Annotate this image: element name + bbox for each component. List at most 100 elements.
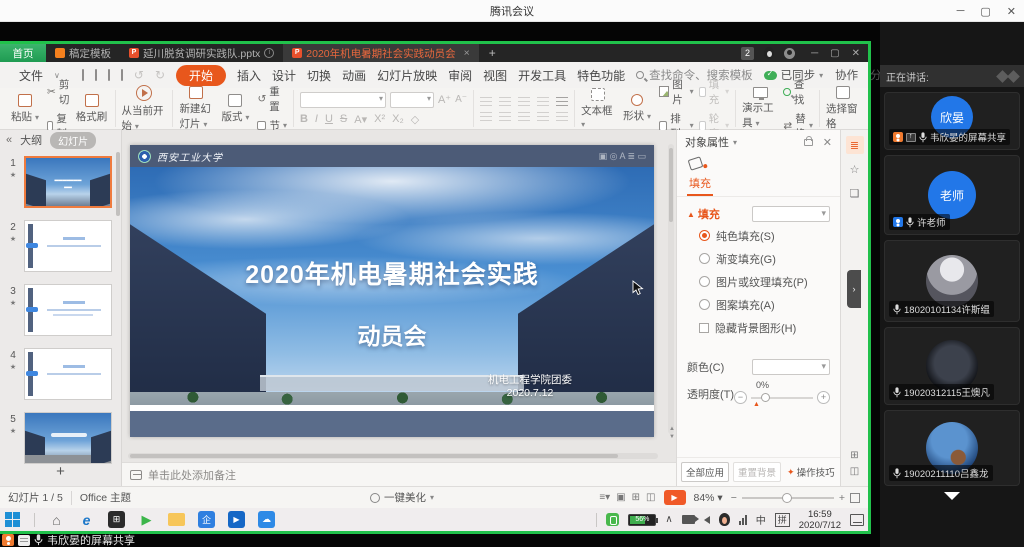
number-list-icon[interactable] [499,97,511,106]
participant-tile-5[interactable]: 19020211110吕鑫龙 [884,410,1020,486]
lock-icon[interactable] [804,139,813,146]
sorter-view-icon[interactable]: ⊞ [632,492,640,503]
align-right-icon[interactable] [518,112,530,121]
section-collapse-icon[interactable]: ▲ [687,210,695,219]
qq-tray-icon[interactable] [719,513,730,526]
fit-window-icon[interactable] [850,493,860,503]
notes-bar[interactable]: 单击此处添加备注 [122,462,676,486]
tab-home[interactable]: 首页 [0,44,46,62]
add-slide-button[interactable]: + [0,463,121,480]
shape-button[interactable]: 形状 ▾ [620,94,654,123]
subscript-button[interactable]: X₂ [392,113,404,125]
present-tools-button[interactable]: 演示工具 ▾ [742,87,778,130]
text-direction-icon[interactable] [556,112,568,121]
action-center-icon[interactable] [850,514,864,526]
qq-icon[interactable] [764,47,774,59]
font-family-select[interactable] [300,92,386,108]
start-button[interactable] [4,511,21,528]
menu-review[interactable]: 审阅 [448,67,472,84]
line-spacing-icon[interactable] [556,97,568,106]
option-hide-background[interactable]: 隐藏背景图形(H) [677,316,840,339]
slide-thumb-5[interactable]: 5★ [6,412,117,464]
option-pattern-fill[interactable]: 图案填充(A) [677,293,840,316]
battery-indicator[interactable]: 56% [628,514,656,526]
ime-cn[interactable]: 中 [756,512,766,527]
format-painter-button[interactable]: 格式刷 [75,94,109,124]
grid-view-icon[interactable]: ⊞ [841,448,868,464]
tab-doc1[interactable]: P 延川脱贫调研实践队.pptx i [120,44,283,62]
ime-pinyin[interactable]: 拼 [775,513,790,527]
italic-button[interactable]: I [315,113,318,125]
collapse-panel-icon[interactable]: « [6,134,12,146]
preview-icon[interactable] [121,69,123,81]
store-icon[interactable]: ⊞ [108,511,125,528]
menu-slideshow[interactable]: 幻灯片放映 [377,67,437,84]
minus-button[interactable]: − [734,391,747,404]
menu-features[interactable]: 特色功能 [577,67,625,84]
font-size-select[interactable] [390,92,434,108]
menu-insert[interactable]: 插入 [237,67,261,84]
textbox-button[interactable]: 文本框 ▾ [581,88,615,130]
vertical-scrollbar[interactable] [668,144,674,434]
user-avatar-icon[interactable] [784,48,795,59]
option-gradient-fill[interactable]: 渐变填充(G) [677,247,840,270]
indent-less-icon[interactable] [518,97,530,106]
outline-tab[interactable]: 大纲 [20,132,42,148]
slides-tab[interactable]: 幻灯片 [50,132,96,149]
read-view-icon[interactable]: ◫ [646,492,655,503]
tips-link[interactable]: ✦操作技巧 [787,465,835,479]
clock[interactable]: 16:592020/7/12 [799,509,841,531]
bullet-list-icon[interactable] [480,97,492,106]
apply-all-button[interactable]: 全部应用 [681,462,729,482]
picture-button[interactable]: 图片▾ [659,77,694,107]
slide-thumb-2[interactable]: 2★ [6,220,117,272]
collab-button[interactable]: 协作 [835,67,858,83]
reset-button[interactable]: ↺重置 [257,84,287,114]
find-button[interactable]: 查找 [783,77,813,107]
layers-icon[interactable]: ❏ [846,184,864,202]
undo-icon[interactable]: ↺ [134,68,144,82]
new-slide-button[interactable]: 新建幻灯片 ▾ [179,86,213,131]
superscript-button[interactable]: X² [374,113,385,125]
command-search[interactable]: 查找命令、搜索模板 [636,67,753,83]
reset-bg-button[interactable]: 重置背景 [733,462,781,482]
camera-tray-icon[interactable] [682,515,695,524]
menu-file[interactable]: 文件 [19,67,43,84]
plus-button[interactable]: + [817,391,830,404]
fill-button[interactable]: 填充▾ [699,77,730,107]
menu-view[interactable]: 视图 [483,67,507,84]
panel-scrollbar[interactable] [116,152,120,216]
zoom-handle[interactable] [782,493,792,503]
player-icon[interactable]: ▶ [138,511,155,528]
slider-handle[interactable] [761,393,770,402]
object-properties-icon[interactable]: ≣ [846,136,864,154]
tab-close-icon[interactable]: × [464,47,470,59]
menu-animation[interactable]: 动画 [342,67,366,84]
zoom-level[interactable]: 84% ▾ [694,492,723,504]
bold-button[interactable]: B [300,113,308,125]
horizontal-scrollbar[interactable] [128,453,658,459]
participant-tile-4[interactable]: 19020312115王燠凡 [884,327,1020,405]
tab-gaoding[interactable]: 稿定模板 [46,44,120,62]
zoom-in-icon[interactable]: + [839,492,845,504]
scroll-arrows[interactable]: ▲▼ [669,426,675,440]
menu-devtools[interactable]: 开发工具 [518,67,566,84]
slide-thumb-4[interactable]: 4★ [6,348,117,400]
redo-icon[interactable]: ↻ [155,68,165,82]
edge-icon[interactable]: e [78,511,95,528]
close-pane-icon[interactable]: ✕ [823,136,832,149]
wps-minimize-button[interactable]: ─ [811,48,818,59]
slideshow-play-button[interactable]: ▶ [664,490,686,505]
power-plug-icon[interactable] [606,513,619,526]
participant-tile-3[interactable]: 18020101134许斯缊 [884,240,1020,322]
slide-canvas[interactable]: 西安工业大学 ▣ ◎ A ≣ ▭ 2020年机电暑期社会实践 动员会 [130,145,654,437]
star-resource-icon[interactable]: ☆ [846,160,864,178]
option-solid-fill[interactable]: 纯色填充(S) [677,224,840,247]
layout-button[interactable]: 版式 ▾ [218,94,252,124]
expand-pane-tab[interactable]: › [847,270,861,308]
zoom-out-icon[interactable]: − [731,492,737,504]
menu-design[interactable]: 设计 [272,67,296,84]
normal-view-icon[interactable]: ▣ [616,492,625,503]
color-select[interactable] [752,359,830,375]
tray-expand-icon[interactable]: ∧ [665,514,672,525]
